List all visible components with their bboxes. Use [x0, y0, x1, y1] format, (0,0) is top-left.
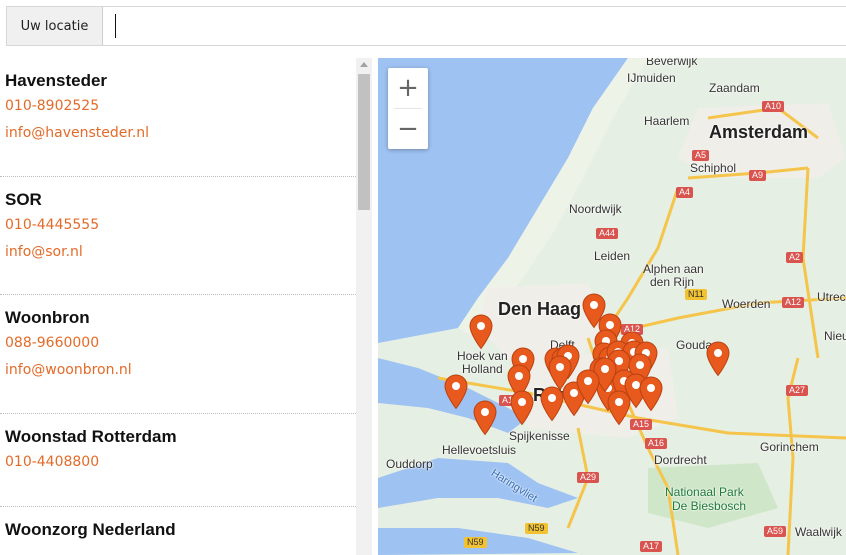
city-label-den-haag: Den Haag: [498, 299, 582, 319]
search-bar: Uw locatie: [6, 6, 846, 46]
map-marker-icon[interactable]: [510, 390, 534, 426]
organization-name: Woonzorg Nederland: [5, 520, 176, 539]
road-shield-a10: A10: [762, 101, 785, 112]
town-label-noordwijk: Noordwijk: [569, 202, 622, 216]
map-marker-icon[interactable]: [706, 341, 730, 377]
road-shield-a5: A5: [692, 150, 710, 161]
town-label-alphen-2: den Rijn: [650, 275, 695, 289]
town-label-beverwijk: Beverwijk: [646, 58, 698, 68]
map-marker-icon[interactable]: [469, 314, 493, 350]
road-shield-a17: A17: [640, 541, 663, 552]
organization-list: Havensteder 010-8902525 info@havensteder…: [0, 58, 356, 555]
text-caret: [115, 14, 116, 38]
town-label-woerden: Woerden: [722, 297, 771, 311]
town-label-alphen-1: Alphen aan: [643, 262, 704, 276]
phone-link[interactable]: 088-9660000: [5, 330, 356, 356]
town-label-schiphol: Schiphol: [690, 161, 737, 175]
list-item: Woonbron 088-9660000 info@woonbron.nl: [0, 295, 356, 414]
road-shield-a29: A29: [577, 472, 600, 483]
road-shield-a9: A9: [749, 170, 767, 181]
list-item: Woonstad Rotterdam 010-4408800: [0, 414, 356, 507]
map-marker-icon[interactable]: [444, 374, 468, 410]
phone-link[interactable]: 010-4408800: [5, 449, 356, 475]
road-shield-a12-east: A12: [782, 297, 805, 308]
list-item: Woonzorg Nederland: [0, 507, 356, 541]
zoom-control: + −: [388, 68, 428, 149]
town-label-waalwijk: Waalwijk: [795, 525, 842, 539]
map-marker-icon[interactable]: [639, 376, 663, 412]
scrollbar-thumb[interactable]: [358, 74, 370, 210]
phone-link[interactable]: 010-8902525: [5, 93, 356, 119]
town-label-ijmuiden: IJmuiden: [627, 71, 676, 85]
road-a2: [801, 167, 820, 359]
road-shield-a15-east: A15: [630, 419, 653, 430]
map-marker-icon[interactable]: [607, 390, 631, 426]
zoom-in-button[interactable]: +: [388, 68, 428, 108]
town-label-spijkenisse: Spijkenisse: [509, 429, 570, 443]
road-shield-a59: A59: [764, 526, 787, 537]
town-label-gorinchem: Gorinchem: [760, 440, 819, 454]
email-link[interactable]: info@sor.nl: [5, 239, 356, 265]
zoom-out-button[interactable]: −: [388, 109, 428, 149]
road-shield-n59-south: N59: [464, 537, 487, 548]
town-label-zaandam: Zaandam: [709, 81, 760, 95]
park-label-line-2: De Biesbosch: [672, 499, 747, 513]
town-label-dordrecht: Dordrecht: [654, 453, 707, 467]
road-shield-a4: A4: [676, 187, 694, 198]
park-label-line-1: Nationaal Park: [665, 485, 744, 499]
organization-name: Woonstad Rotterdam: [5, 427, 177, 446]
road-shield-a16: A16: [645, 438, 668, 449]
list-scrollbar[interactable]: [356, 58, 372, 555]
organization-name: Havensteder: [5, 71, 108, 90]
email-link[interactable]: info@woonbron.nl: [5, 357, 356, 383]
scroll-up-arrow-icon[interactable]: [360, 62, 368, 67]
map-marker-icon[interactable]: [576, 369, 600, 405]
town-label-hellevoetsluis: Hellevoetsluis: [442, 443, 517, 457]
email-link[interactable]: info@havensteder.nl: [5, 120, 356, 146]
town-label-hoek-2: Holland: [462, 362, 503, 376]
road-shield-a2: A2: [786, 252, 804, 263]
town-label-haarlem: Haarlem: [644, 114, 690, 128]
town-label-hoek-1: Hoek van: [457, 349, 508, 363]
road-shield-n11: N11: [685, 289, 707, 300]
organization-name: SOR: [5, 190, 42, 209]
road-shield-n59-north: N59: [525, 523, 548, 534]
map-marker-icon[interactable]: [473, 400, 497, 436]
town-label-ouddorp: Ouddorp: [386, 457, 433, 471]
list-item: Havensteder 010-8902525 info@havensteder…: [0, 58, 356, 177]
organization-name: Woonbron: [5, 308, 90, 327]
list-item: SOR 010-4445555 info@sor.nl: [0, 177, 356, 295]
town-label-nieuwegein: Nieuweg: [824, 329, 846, 343]
search-input[interactable]: [103, 7, 846, 45]
phone-link[interactable]: 010-4445555: [5, 212, 356, 238]
town-label-leiden: Leiden: [594, 249, 631, 263]
map[interactable]: + − Amsterdam Den Haag Rott Beverwijk IJ…: [378, 58, 846, 555]
map-marker-icon[interactable]: [540, 386, 564, 422]
road-shield-a27: A27: [786, 385, 809, 396]
city-label-amsterdam: Amsterdam: [709, 122, 809, 142]
town-label-utrecht: Utrec: [817, 290, 846, 304]
road-shield-a44: A44: [596, 228, 619, 239]
location-button[interactable]: Uw locatie: [6, 7, 103, 45]
